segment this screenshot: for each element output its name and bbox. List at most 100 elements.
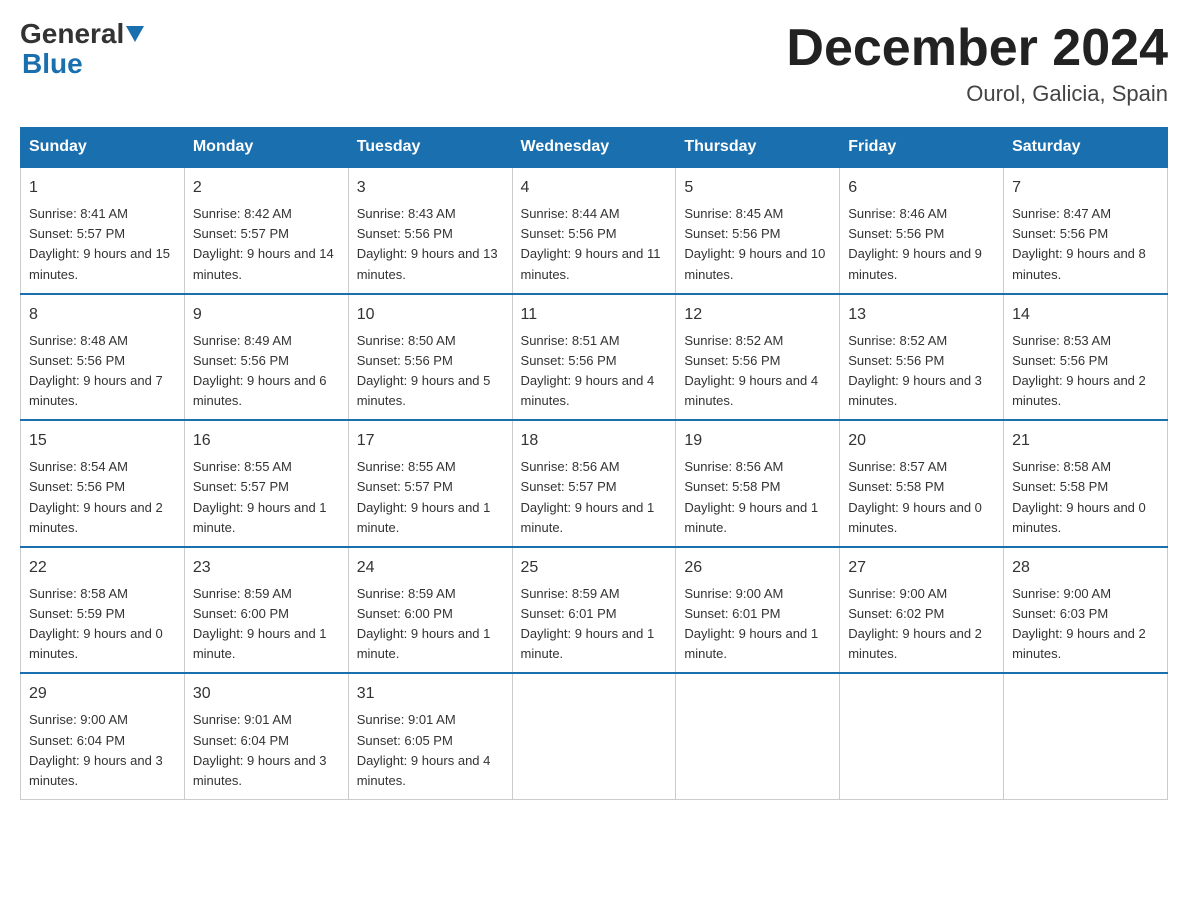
day-info: Sunrise: 8:52 AMSunset: 5:56 PMDaylight:… — [684, 333, 818, 408]
day-number: 28 — [1012, 556, 1159, 580]
calendar-cell: 14 Sunrise: 8:53 AMSunset: 5:56 PMDaylig… — [1004, 294, 1168, 421]
calendar-week-row: 29 Sunrise: 9:00 AMSunset: 6:04 PMDaylig… — [21, 673, 1168, 799]
calendar-cell — [512, 673, 676, 799]
day-info: Sunrise: 8:48 AMSunset: 5:56 PMDaylight:… — [29, 333, 163, 408]
calendar-cell: 31 Sunrise: 9:01 AMSunset: 6:05 PMDaylig… — [348, 673, 512, 799]
day-info: Sunrise: 8:52 AMSunset: 5:56 PMDaylight:… — [848, 333, 982, 408]
day-info: Sunrise: 9:00 AMSunset: 6:04 PMDaylight:… — [29, 712, 163, 787]
calendar-cell: 27 Sunrise: 9:00 AMSunset: 6:02 PMDaylig… — [840, 547, 1004, 674]
calendar-cell: 3 Sunrise: 8:43 AMSunset: 5:56 PMDayligh… — [348, 167, 512, 294]
day-info: Sunrise: 8:45 AMSunset: 5:56 PMDaylight:… — [684, 206, 825, 281]
day-info: Sunrise: 8:44 AMSunset: 5:56 PMDaylight:… — [521, 206, 661, 281]
logo-blue: Blue — [22, 48, 83, 80]
calendar-cell: 29 Sunrise: 9:00 AMSunset: 6:04 PMDaylig… — [21, 673, 185, 799]
calendar-cell — [676, 673, 840, 799]
calendar-cell: 12 Sunrise: 8:52 AMSunset: 5:56 PMDaylig… — [676, 294, 840, 421]
day-info: Sunrise: 8:59 AMSunset: 6:00 PMDaylight:… — [193, 586, 327, 661]
calendar-week-row: 22 Sunrise: 8:58 AMSunset: 5:59 PMDaylig… — [21, 547, 1168, 674]
day-number: 11 — [521, 303, 668, 327]
day-number: 29 — [29, 682, 176, 706]
day-number: 5 — [684, 176, 831, 200]
calendar-cell: 22 Sunrise: 8:58 AMSunset: 5:59 PMDaylig… — [21, 547, 185, 674]
day-info: Sunrise: 8:55 AMSunset: 5:57 PMDaylight:… — [357, 459, 491, 534]
day-number: 3 — [357, 176, 504, 200]
calendar-cell: 21 Sunrise: 8:58 AMSunset: 5:58 PMDaylig… — [1004, 420, 1168, 547]
calendar-cell: 8 Sunrise: 8:48 AMSunset: 5:56 PMDayligh… — [21, 294, 185, 421]
day-number: 14 — [1012, 303, 1159, 327]
day-info: Sunrise: 9:00 AMSunset: 6:02 PMDaylight:… — [848, 586, 982, 661]
day-number: 30 — [193, 682, 340, 706]
logo: General Blue — [20, 20, 144, 80]
calendar-cell: 16 Sunrise: 8:55 AMSunset: 5:57 PMDaylig… — [184, 420, 348, 547]
calendar-cell: 23 Sunrise: 8:59 AMSunset: 6:00 PMDaylig… — [184, 547, 348, 674]
day-info: Sunrise: 8:49 AMSunset: 5:56 PMDaylight:… — [193, 333, 327, 408]
day-number: 17 — [357, 429, 504, 453]
day-number: 2 — [193, 176, 340, 200]
day-number: 10 — [357, 303, 504, 327]
weekday-header-thursday: Thursday — [676, 128, 840, 168]
weekday-header-wednesday: Wednesday — [512, 128, 676, 168]
day-number: 12 — [684, 303, 831, 327]
day-info: Sunrise: 8:50 AMSunset: 5:56 PMDaylight:… — [357, 333, 491, 408]
day-number: 4 — [521, 176, 668, 200]
day-info: Sunrise: 8:56 AMSunset: 5:58 PMDaylight:… — [684, 459, 818, 534]
day-number: 21 — [1012, 429, 1159, 453]
calendar-cell: 7 Sunrise: 8:47 AMSunset: 5:56 PMDayligh… — [1004, 167, 1168, 294]
day-number: 27 — [848, 556, 995, 580]
calendar-cell: 4 Sunrise: 8:44 AMSunset: 5:56 PMDayligh… — [512, 167, 676, 294]
calendar-cell: 24 Sunrise: 8:59 AMSunset: 6:00 PMDaylig… — [348, 547, 512, 674]
day-info: Sunrise: 8:53 AMSunset: 5:56 PMDaylight:… — [1012, 333, 1146, 408]
calendar-cell — [1004, 673, 1168, 799]
day-info: Sunrise: 8:41 AMSunset: 5:57 PMDaylight:… — [29, 206, 170, 281]
calendar-cell: 1 Sunrise: 8:41 AMSunset: 5:57 PMDayligh… — [21, 167, 185, 294]
day-number: 22 — [29, 556, 176, 580]
day-info: Sunrise: 8:51 AMSunset: 5:56 PMDaylight:… — [521, 333, 655, 408]
calendar-cell: 9 Sunrise: 8:49 AMSunset: 5:56 PMDayligh… — [184, 294, 348, 421]
day-info: Sunrise: 8:59 AMSunset: 6:01 PMDaylight:… — [521, 586, 655, 661]
calendar-cell: 30 Sunrise: 9:01 AMSunset: 6:04 PMDaylig… — [184, 673, 348, 799]
logo-arrow-icon — [126, 26, 144, 42]
month-title: December 2024 — [786, 20, 1168, 77]
day-number: 13 — [848, 303, 995, 327]
day-info: Sunrise: 9:01 AMSunset: 6:05 PMDaylight:… — [357, 712, 491, 787]
location: Ourol, Galicia, Spain — [786, 81, 1168, 107]
day-info: Sunrise: 8:55 AMSunset: 5:57 PMDaylight:… — [193, 459, 327, 534]
day-info: Sunrise: 8:47 AMSunset: 5:56 PMDaylight:… — [1012, 206, 1146, 281]
calendar-cell: 20 Sunrise: 8:57 AMSunset: 5:58 PMDaylig… — [840, 420, 1004, 547]
calendar-cell: 11 Sunrise: 8:51 AMSunset: 5:56 PMDaylig… — [512, 294, 676, 421]
calendar-week-row: 1 Sunrise: 8:41 AMSunset: 5:57 PMDayligh… — [21, 167, 1168, 294]
day-number: 20 — [848, 429, 995, 453]
day-info: Sunrise: 8:57 AMSunset: 5:58 PMDaylight:… — [848, 459, 982, 534]
day-number: 8 — [29, 303, 176, 327]
day-info: Sunrise: 9:00 AMSunset: 6:01 PMDaylight:… — [684, 586, 818, 661]
day-info: Sunrise: 9:01 AMSunset: 6:04 PMDaylight:… — [193, 712, 327, 787]
calendar-cell: 17 Sunrise: 8:55 AMSunset: 5:57 PMDaylig… — [348, 420, 512, 547]
day-number: 25 — [521, 556, 668, 580]
calendar-cell: 25 Sunrise: 8:59 AMSunset: 6:01 PMDaylig… — [512, 547, 676, 674]
calendar-cell: 13 Sunrise: 8:52 AMSunset: 5:56 PMDaylig… — [840, 294, 1004, 421]
page-header: General Blue December 2024 Ourol, Galici… — [20, 20, 1168, 107]
day-info: Sunrise: 8:58 AMSunset: 5:58 PMDaylight:… — [1012, 459, 1146, 534]
day-info: Sunrise: 8:46 AMSunset: 5:56 PMDaylight:… — [848, 206, 982, 281]
calendar-table: SundayMondayTuesdayWednesdayThursdayFrid… — [20, 127, 1168, 800]
day-number: 31 — [357, 682, 504, 706]
weekday-header-monday: Monday — [184, 128, 348, 168]
day-number: 23 — [193, 556, 340, 580]
calendar-cell: 2 Sunrise: 8:42 AMSunset: 5:57 PMDayligh… — [184, 167, 348, 294]
calendar-cell: 5 Sunrise: 8:45 AMSunset: 5:56 PMDayligh… — [676, 167, 840, 294]
day-info: Sunrise: 8:58 AMSunset: 5:59 PMDaylight:… — [29, 586, 163, 661]
day-number: 9 — [193, 303, 340, 327]
calendar-cell — [840, 673, 1004, 799]
day-number: 19 — [684, 429, 831, 453]
calendar-cell: 26 Sunrise: 9:00 AMSunset: 6:01 PMDaylig… — [676, 547, 840, 674]
day-number: 26 — [684, 556, 831, 580]
weekday-header-saturday: Saturday — [1004, 128, 1168, 168]
calendar-cell: 19 Sunrise: 8:56 AMSunset: 5:58 PMDaylig… — [676, 420, 840, 547]
calendar-cell: 18 Sunrise: 8:56 AMSunset: 5:57 PMDaylig… — [512, 420, 676, 547]
day-number: 6 — [848, 176, 995, 200]
day-info: Sunrise: 8:54 AMSunset: 5:56 PMDaylight:… — [29, 459, 163, 534]
weekday-header-friday: Friday — [840, 128, 1004, 168]
calendar-cell: 10 Sunrise: 8:50 AMSunset: 5:56 PMDaylig… — [348, 294, 512, 421]
day-info: Sunrise: 8:42 AMSunset: 5:57 PMDaylight:… — [193, 206, 334, 281]
day-number: 15 — [29, 429, 176, 453]
